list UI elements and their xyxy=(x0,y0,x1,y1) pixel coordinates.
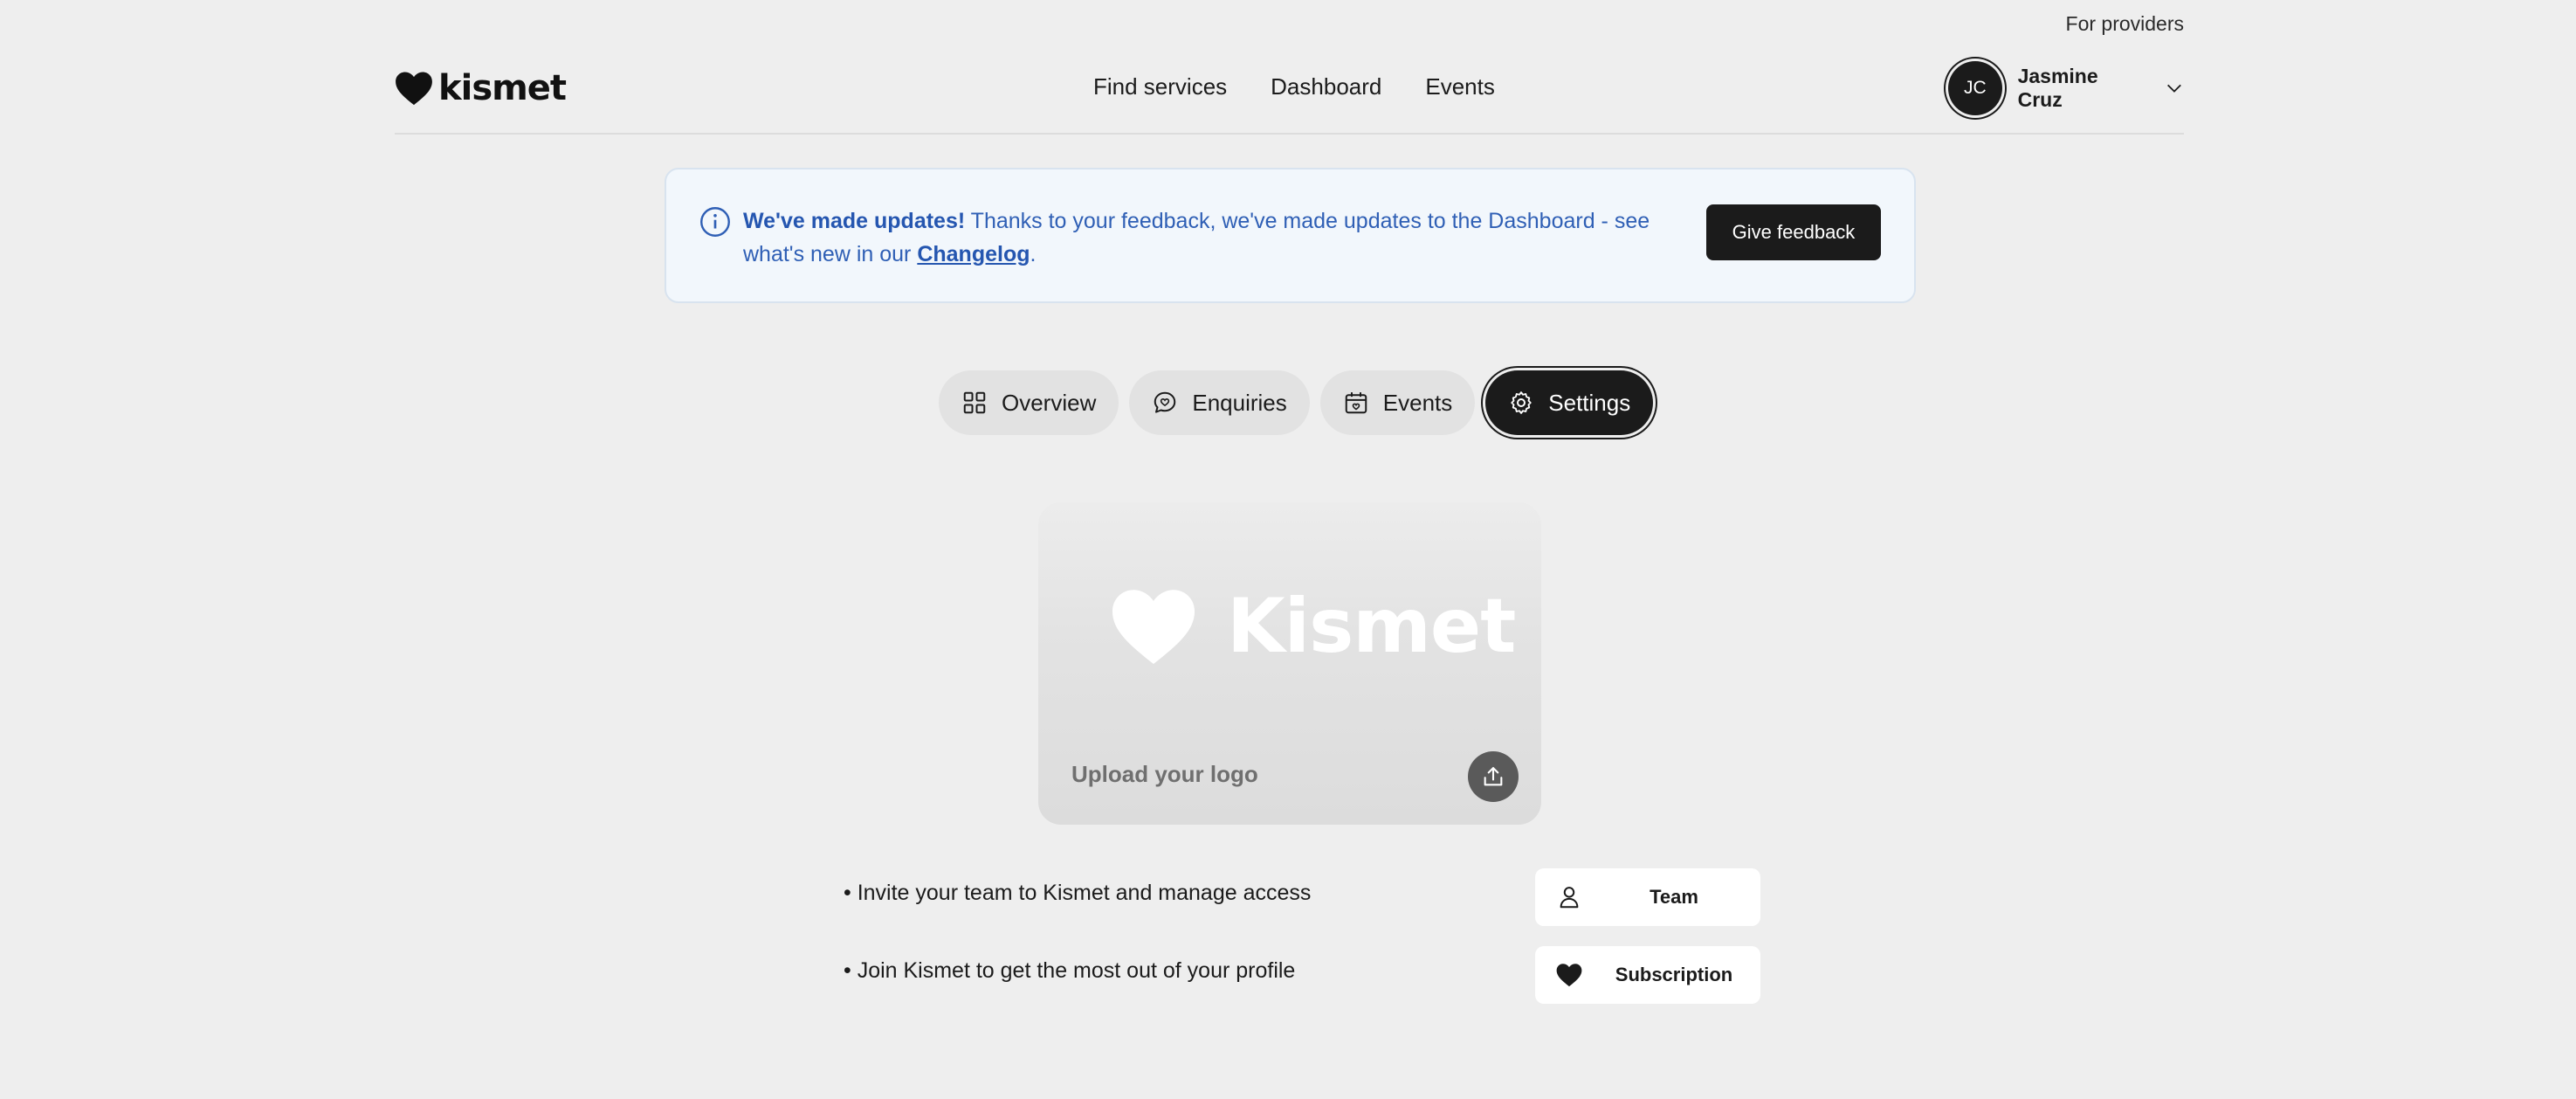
calendar-heart-icon xyxy=(1345,392,1367,414)
updates-banner: We've made updates! Thanks to your feedb… xyxy=(665,168,1916,303)
kismet-logo[interactable]: kismet xyxy=(395,68,567,108)
gear-icon xyxy=(1511,391,1532,414)
give-feedback-button[interactable]: Give feedback xyxy=(1706,204,1881,260)
tab-overview-label: Overview xyxy=(1002,389,1097,416)
tab-enquiries-label: Enquiries xyxy=(1192,389,1287,416)
heart-logo-icon xyxy=(396,72,432,106)
main-nav: Find services Dashboard Events xyxy=(1093,73,1495,100)
subscription-setting-description: • Join Kismet to get the most out of you… xyxy=(844,958,1296,983)
team-button[interactable]: Team xyxy=(1535,868,1760,926)
nav-find-services[interactable]: Find services xyxy=(1093,73,1227,100)
tab-settings[interactable]: Settings xyxy=(1485,370,1654,435)
upload-icon xyxy=(1484,767,1503,786)
tab-settings-label: Settings xyxy=(1548,389,1631,416)
placeholder-logo-text: Kismet xyxy=(1227,583,1516,670)
banner-suffix: . xyxy=(1030,242,1037,266)
team-setting-row: • Invite your team to Kismet and manage … xyxy=(844,868,1760,926)
banner-headline: We've made updates! xyxy=(743,209,966,233)
placeholder-logo: Kismet xyxy=(1110,583,1516,670)
dashboard-tabs: Overview Enquiries Events Settings xyxy=(939,370,1654,435)
heart-icon xyxy=(1556,964,1582,987)
team-setting-description: • Invite your team to Kismet and manage … xyxy=(844,881,1312,905)
upload-logo-button[interactable] xyxy=(1468,751,1519,802)
tab-events[interactable]: Events xyxy=(1319,370,1476,435)
logo-upload-card[interactable]: Kismet Upload your logo xyxy=(1038,502,1541,825)
user-menu[interactable]: JC Jasmine Cruz xyxy=(1948,61,2184,115)
logo-wordmark: kismet xyxy=(438,68,567,108)
chat-icon xyxy=(1154,391,1176,413)
grid-icon xyxy=(963,391,986,414)
changelog-link[interactable]: Changelog xyxy=(917,242,1030,266)
nav-dashboard[interactable]: Dashboard xyxy=(1271,73,1381,100)
tab-overview[interactable]: Overview xyxy=(939,370,1119,435)
tab-events-label: Events xyxy=(1382,389,1453,416)
info-icon xyxy=(700,207,730,237)
heart-icon xyxy=(1112,590,1195,664)
nav-events[interactable]: Events xyxy=(1425,73,1495,100)
user-name: Jasmine Cruz xyxy=(2017,65,2098,111)
tab-enquiries[interactable]: Enquiries xyxy=(1129,370,1310,435)
avatar: JC xyxy=(1948,61,2002,115)
dashboard-settings-page: For providers kismet Find services Dashb… xyxy=(0,0,2576,1099)
team-button-label: Team xyxy=(1650,886,1698,908)
site-header: kismet Find services Dashboard Events JC… xyxy=(395,54,2184,135)
subscription-button[interactable]: Subscription xyxy=(1535,946,1760,1004)
for-providers-link[interactable]: For providers xyxy=(2066,12,2184,36)
banner-message: We've made updates! Thanks to your feedb… xyxy=(743,204,1651,271)
upload-logo-label: Upload your logo xyxy=(1071,761,1258,787)
chevron-down-icon xyxy=(2167,84,2182,93)
subscription-setting-row: • Join Kismet to get the most out of you… xyxy=(844,946,1760,1004)
subscription-button-label: Subscription xyxy=(1615,964,1733,985)
person-icon xyxy=(1560,887,1579,909)
